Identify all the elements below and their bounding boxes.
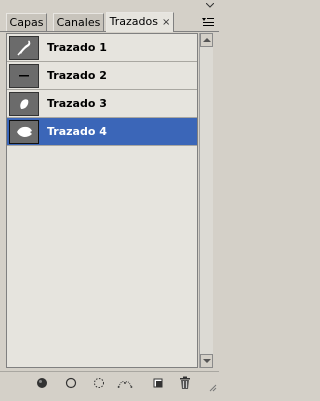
path-name: Trazado 3 — [47, 97, 107, 110]
tab-trazados[interactable]: Trazados × — [106, 12, 174, 32]
trash-icon[interactable] — [177, 375, 193, 391]
tab-close-icon[interactable]: × — [162, 14, 170, 31]
tab-capas[interactable]: Capas — [6, 13, 47, 31]
scroll-up-button[interactable] — [200, 33, 213, 47]
arrow-up-icon — [203, 38, 211, 42]
tab-canales[interactable]: Canales — [53, 13, 104, 31]
path-thumbnail — [9, 92, 39, 116]
path-thumbnail — [9, 36, 39, 60]
list-item[interactable]: Trazado 1 — [7, 34, 197, 62]
panel-tabstrip: Capas Canales Trazados × — [0, 0, 219, 32]
path-blob-icon — [20, 99, 29, 109]
list-item[interactable]: Trazado 3 — [7, 90, 197, 118]
path-name: Trazado 1 — [47, 41, 107, 54]
path-fish-icon — [17, 126, 32, 137]
new-path-icon[interactable] — [150, 375, 166, 391]
paths-list: Trazado 1 Trazado 2 Trazado 3 Trazado 4 — [6, 33, 198, 368]
list-item[interactable]: Trazado 4 — [7, 118, 197, 146]
tab-canales-label: Canales — [56, 16, 101, 29]
list-item[interactable]: Trazado 2 — [7, 62, 197, 90]
panel-menu-icon[interactable] — [201, 17, 215, 29]
tab-capas-label: Capas — [9, 16, 44, 29]
fill-path-icon[interactable] — [34, 375, 50, 391]
paths-panel: Capas Canales Trazados × Trazado 1 Traza… — [0, 0, 219, 401]
stroke-path-icon[interactable] — [63, 375, 79, 391]
path-thumbnail — [9, 64, 39, 88]
resize-grip-icon[interactable] — [207, 382, 217, 392]
path-shape-icon — [17, 40, 31, 56]
scroll-down-button[interactable] — [200, 354, 213, 368]
path-name: Trazado 2 — [47, 69, 107, 82]
path-thumbnail — [9, 120, 39, 144]
tab-trazados-label: Trazados — [109, 15, 158, 28]
panel-toolbar — [0, 371, 219, 394]
collapse-icon[interactable] — [206, 3, 214, 9]
path-name: Trazado 4 — [47, 125, 107, 138]
path-line-icon — [19, 75, 29, 77]
vertical-scrollbar[interactable] — [199, 33, 213, 368]
load-selection-icon[interactable] — [91, 375, 107, 391]
arrow-down-icon — [203, 359, 211, 363]
make-work-path-icon[interactable] — [117, 375, 133, 391]
